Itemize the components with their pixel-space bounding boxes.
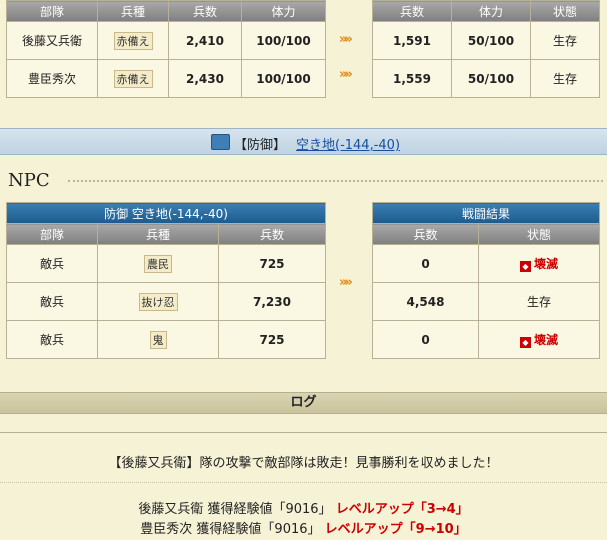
- unit-hp: 100/100: [241, 59, 326, 98]
- attack-result-table: 兵数 体力 状態 1,591 50/100 生存 1,559 50/100 生存: [372, 0, 600, 98]
- exp-line-2: 豊臣秀次 獲得経験値「9016」 レベルアップ「9→10」: [140, 522, 467, 537]
- npc-units-table: 防御 空き地(-144,-40) 部隊 兵種 兵数 敵兵 農民 725 敵兵 抜…: [6, 202, 326, 359]
- header-count: 兵数: [218, 223, 326, 245]
- defense-icon: [211, 134, 230, 150]
- table-row: 1,591 50/100 生存: [372, 21, 600, 60]
- table-row: 後藤又兵衛 赤備え 2,410 100/100: [6, 21, 326, 60]
- table-row: 4,548 生存: [372, 282, 600, 321]
- destroyed-status: ◆ 壊滅: [519, 333, 558, 348]
- unit-hp: 100/100: [241, 21, 326, 60]
- log-divider: [0, 482, 607, 483]
- npc-heading: NPC: [8, 170, 603, 194]
- header-hp: 体力: [241, 0, 326, 22]
- unit-count: 7,230: [218, 282, 326, 321]
- npc-right-title: 戦闘結果: [372, 202, 600, 224]
- defense-location-link[interactable]: 空き地(-144,-40): [296, 134, 400, 153]
- header-count: 兵数: [372, 223, 479, 245]
- unit-type: 鬼: [149, 330, 167, 349]
- table-row: 敵兵 鬼 725: [6, 320, 326, 359]
- defense-prefix: 【防御】: [234, 138, 287, 153]
- result-count: 1,559: [372, 59, 452, 98]
- result-arrow-icon: »»: [339, 275, 353, 290]
- table-row: 0 ◆ 壊滅: [372, 320, 600, 359]
- unit-count: 2,430: [168, 59, 242, 98]
- unit-name: 敵兵: [6, 244, 98, 283]
- unit-count: 725: [218, 244, 326, 283]
- unit-count: 2,410: [168, 21, 242, 60]
- levelup-text: レベルアップ「9→10」: [324, 522, 467, 537]
- header-type: 兵種: [97, 0, 169, 22]
- unit-type: 赤備え: [113, 31, 153, 50]
- log-divider: [0, 432, 607, 433]
- result-arrow-icon: »»: [339, 67, 353, 82]
- unit-type: 農民: [144, 254, 172, 273]
- header-type: 兵種: [97, 223, 219, 245]
- exp-line-1: 後藤又兵衛 獲得経験値「9016」 レベルアップ「3→4」: [138, 502, 469, 517]
- log-message: 【後藤又兵衛】隊の攻撃で敵部隊は敗走！見事勝利を収めました！: [108, 456, 499, 471]
- result-count: 0: [372, 320, 479, 359]
- header-hp: 体力: [451, 0, 531, 22]
- unit-name: 豊臣秀次: [6, 59, 98, 98]
- npc-divider: [68, 180, 603, 182]
- header-unit: 部隊: [6, 0, 98, 22]
- unit-name: 後藤又兵衛: [6, 21, 98, 60]
- npc-result-table: 戦闘結果 兵数 状態 0 ◆ 壊滅 4,548 生存 0 ◆ 壊滅: [372, 202, 600, 359]
- result-count: 1,591: [372, 21, 452, 60]
- table-row: 豊臣秀次 赤備え 2,430 100/100: [6, 59, 326, 98]
- table-row: 敵兵 抜け忍 7,230: [6, 282, 326, 321]
- log-header-bar: ログ: [0, 392, 607, 414]
- destroyed-icon: ◆: [519, 337, 531, 348]
- result-status: 生存: [478, 282, 600, 321]
- result-arrow-icon: »»: [339, 32, 353, 47]
- table-row: 0 ◆ 壊滅: [372, 244, 600, 283]
- destroyed-icon: ◆: [519, 261, 531, 272]
- attack-units-table: 部隊 兵種 兵数 体力 後藤又兵衛 赤備え 2,410 100/100 豊臣秀次…: [6, 0, 326, 98]
- unit-type: 抜け忍: [138, 292, 178, 311]
- unit-name: 敵兵: [6, 282, 98, 321]
- result-status: 生存: [530, 21, 600, 60]
- unit-name: 敵兵: [6, 320, 98, 359]
- npc-left-title: 防御 空き地(-144,-40): [6, 202, 326, 224]
- table-row: 1,559 50/100 生存: [372, 59, 600, 98]
- result-status: 生存: [530, 59, 600, 98]
- result-hp: 50/100: [451, 59, 531, 98]
- header-count: 兵数: [168, 0, 242, 22]
- log-title: ログ: [290, 395, 317, 410]
- table-row: 敵兵 農民 725: [6, 244, 326, 283]
- header-status: 状態: [530, 0, 600, 22]
- header-status: 状態: [478, 223, 600, 245]
- unit-count: 725: [218, 320, 326, 359]
- unit-type: 赤備え: [113, 69, 153, 88]
- result-count: 0: [372, 244, 479, 283]
- result-count: 4,548: [372, 282, 479, 321]
- levelup-text: レベルアップ「3→4」: [335, 502, 469, 517]
- defense-bar: 【防御】 空き地(-144,-40): [0, 128, 607, 155]
- header-unit: 部隊: [6, 223, 98, 245]
- result-hp: 50/100: [451, 21, 531, 60]
- destroyed-status: ◆ 壊滅: [519, 257, 558, 272]
- header-count: 兵数: [372, 0, 452, 22]
- npc-label: NPC: [8, 170, 50, 191]
